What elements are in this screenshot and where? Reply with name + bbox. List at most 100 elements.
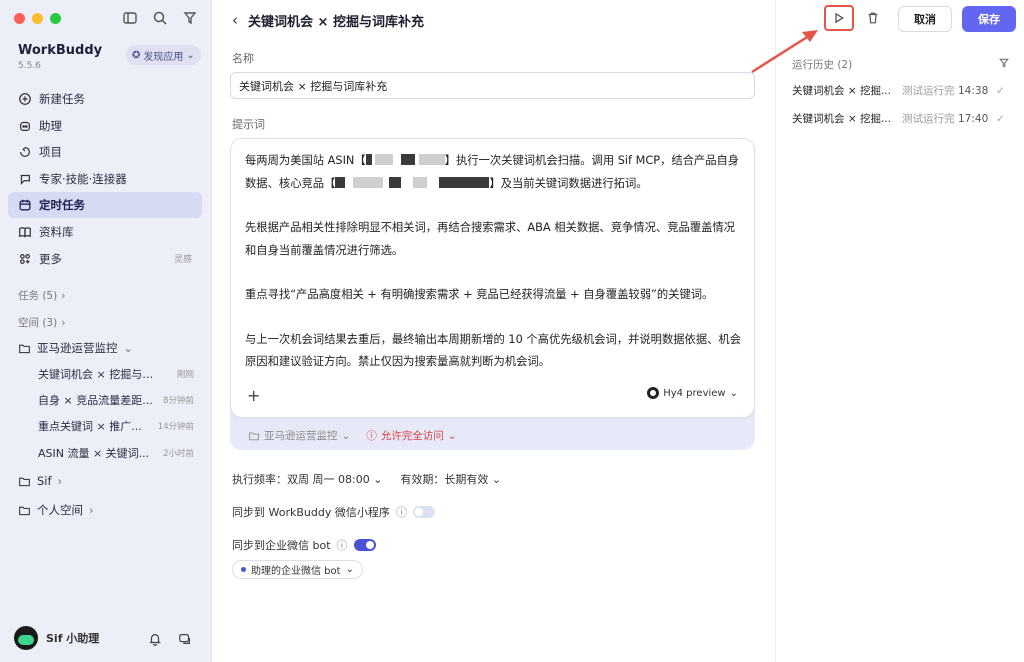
task-item[interactable]: 自身 × 竞品流量差距... 8分钟前: [38, 392, 194, 408]
task-title: 关键词机会 × 挖掘与词...: [38, 368, 160, 381]
grid-icon: [18, 252, 32, 266]
brand: WorkBuddy 5.5.6: [18, 43, 102, 71]
task-time: 刚刚: [176, 370, 194, 380]
workspace-selector[interactable]: 亚马逊运营监控 ⌄: [248, 428, 350, 443]
prompt-line: 每两周为美国站 ASIN【: [245, 154, 366, 167]
frequency-selector[interactable]: 执行频率：双周 周一 08:00 ⌄: [232, 471, 382, 487]
sync-miniprogram-label: 同步到 WorkBuddy 微信小程序: [232, 506, 390, 519]
prompt-line: 】及当前关键词数据进行拓词。: [489, 176, 648, 190]
user-actions: [148, 632, 192, 646]
redacted-block: [389, 176, 402, 188]
sidebar-nav: 新建任务 助理 项目 专家·技能·连接器 定时任务 资料库 更多 灵感: [8, 86, 202, 272]
chevron-right-icon: ›: [61, 316, 66, 329]
filter-icon[interactable]: [182, 10, 198, 26]
expert-icon: [18, 172, 32, 186]
nav-item-more[interactable]: 更多 灵感: [8, 246, 202, 272]
chevron-down-icon: ⌄: [123, 341, 134, 355]
spaces-section[interactable]: 空间 (3) ›: [18, 315, 65, 330]
message-icon[interactable]: [178, 632, 192, 646]
chevron-down-icon: ⌄: [373, 473, 383, 486]
nav-item-project[interactable]: 项目: [8, 139, 202, 165]
calendar-icon: [18, 198, 32, 212]
spaces-section-label: 空间 (3): [18, 317, 58, 329]
book-icon: [18, 225, 32, 239]
history-item[interactable]: 关键词机会 × 挖掘... 测试运行完成 14:38 ✓: [792, 83, 1012, 98]
nav-item-new-task[interactable]: 新建任务: [8, 86, 202, 112]
history-time: 17:40: [958, 112, 989, 125]
info-icon[interactable]: ⓘ: [337, 537, 348, 553]
prompt-paragraph: 重点寻找“产品高度相关 + 有明确搜索需求 + 竞品已经获得流量 + 自身覆盖较…: [245, 288, 714, 301]
bot-selector[interactable]: 助理的企业微信 bot ⌄: [232, 560, 363, 579]
chevron-right-icon: ›: [61, 289, 66, 302]
redacted-block: [365, 154, 372, 165]
validity-label: 有效期：长期有效: [400, 473, 489, 486]
nav-item-scheduled-tasks[interactable]: 定时任务: [8, 192, 202, 219]
chevron-down-icon: ⌄: [345, 564, 354, 575]
folder-amazon-monitor[interactable]: 亚马逊运营监控 ⌄: [18, 340, 204, 356]
chevron-down-icon: ⌄: [341, 429, 351, 442]
nav-item-experts[interactable]: 专家·技能·连接器: [8, 166, 202, 192]
save-button[interactable]: 保存: [962, 6, 1016, 32]
sidebar-toggle-icon[interactable]: [122, 10, 138, 26]
inspiration-label: 灵感: [173, 255, 192, 266]
nav-item-library[interactable]: 资料库: [8, 219, 202, 245]
name-input[interactable]: [230, 72, 755, 99]
nav-label: 项目: [39, 145, 62, 160]
check-icon: ✓: [996, 112, 1005, 125]
page-title: 关键词机会 × 挖掘与词库补充: [248, 14, 424, 30]
close-window-button[interactable]: [14, 13, 25, 24]
avatar: [14, 626, 38, 650]
history-item[interactable]: 关键词机会 × 挖掘... 测试运行完成 17:40 ✓: [792, 111, 1012, 126]
validity-selector[interactable]: 有效期：长期有效 ⌄: [400, 471, 501, 487]
history-name: 关键词机会 × 挖掘...: [792, 113, 891, 125]
info-icon[interactable]: ⓘ: [396, 504, 407, 520]
nav-label: 助理: [39, 118, 62, 133]
tasks-section[interactable]: 任务 (5) ›: [18, 288, 65, 303]
task-title: ASIN 流量 × 关键词...: [38, 447, 150, 460]
schedule-row: 执行频率：双周 周一 08:00 ⌄ 有效期：长期有效 ⌄: [232, 471, 501, 487]
add-attachment-button[interactable]: +: [247, 386, 260, 405]
prompt-text[interactable]: 每两周为美国站 ASIN【 】执行一次关键词机会扫描。调用 Sif MCP，结合产…: [245, 150, 745, 374]
history-header: 运行历史 (2): [792, 57, 1010, 72]
task-item[interactable]: ASIN 流量 × 关键词... 2小时前: [38, 445, 194, 461]
chevron-down-icon: ⌄: [447, 429, 457, 442]
folder-personal[interactable]: 个人空间 ›: [18, 502, 204, 518]
redacted-block: [374, 154, 393, 165]
maximize-window-button[interactable]: [50, 13, 61, 24]
access-selector[interactable]: ⓘ 允许完全访问 ⌄: [366, 428, 456, 443]
filter-icon[interactable]: [998, 57, 1010, 69]
prompt-label: 提示词: [232, 118, 265, 131]
sync-miniprogram-toggle[interactable]: [412, 506, 435, 518]
robot-icon: [18, 119, 32, 133]
bot-dot-icon: [241, 567, 246, 572]
nav-item-assistant[interactable]: 助理: [8, 113, 202, 139]
user-profile[interactable]: Sif 小助理: [14, 626, 99, 650]
minimize-window-button[interactable]: [32, 13, 43, 24]
model-selector[interactable]: Hy4 preview ⌄: [647, 387, 738, 399]
project-icon: [18, 145, 32, 159]
nav-label: 定时任务: [39, 198, 85, 213]
cancel-button[interactable]: 取消: [898, 6, 952, 32]
sidebar: WorkBuddy 5.5.6 ✪ 发现应用 ⌄ 新建任务 助理 项目 专家·技…: [0, 0, 212, 662]
back-icon[interactable]: ‹: [232, 11, 238, 29]
sync-wecom-toggle[interactable]: [353, 539, 376, 551]
model-label: Hy4 preview: [663, 387, 726, 399]
prompt-editor[interactable]: 每两周为美国站 ASIN【 】执行一次关键词机会扫描。调用 Sif MCP，结合产…: [230, 138, 755, 418]
search-icon[interactable]: [152, 10, 168, 26]
task-item[interactable]: 重点关键词 × 推广... 14分钟前: [38, 418, 194, 434]
nav-label: 专家·技能·连接器: [39, 171, 127, 186]
tasks-section-label: 任务 (5): [18, 290, 58, 302]
task-item[interactable]: 关键词机会 × 挖掘与词... 刚刚: [38, 366, 194, 382]
discover-apps-button[interactable]: ✪ 发现应用 ⌄: [126, 45, 201, 65]
trash-icon[interactable]: [866, 11, 880, 25]
run-button[interactable]: [824, 5, 854, 31]
folder-sif[interactable]: Sif ›: [18, 474, 204, 488]
sync-miniprogram-row: 同步到 WorkBuddy 微信小程序 ⓘ: [232, 504, 435, 520]
chevron-down-icon: ⌄: [729, 387, 738, 399]
nav-label: 新建任务: [39, 92, 85, 106]
sidebar-top-icons: [122, 10, 198, 26]
prompt-paragraph: 与上一次机会词结果去重后，最终输出本周期新增的 10 个高优先级机会词，并说明数…: [245, 332, 742, 369]
folder-label: 个人空间: [37, 503, 83, 517]
nav-label: 资料库: [39, 224, 74, 239]
bell-icon[interactable]: [148, 632, 162, 646]
